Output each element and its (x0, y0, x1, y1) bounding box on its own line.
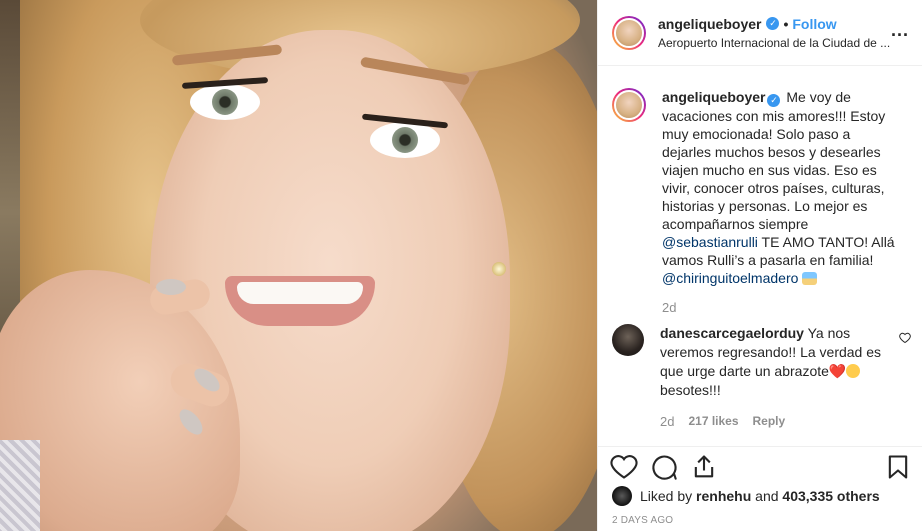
liked-by-count[interactable]: 403,335 others (782, 488, 879, 504)
post-date[interactable]: 2 DAYS AGO (612, 515, 673, 526)
verified-icon: ✓ (766, 17, 780, 30)
instagram-post: angeliqueboyer ✓ • Follow Aeropuerto Int… (0, 0, 922, 531)
verified-icon: ✓ (767, 94, 781, 107)
caption-username[interactable]: angeliqueboyer (662, 89, 765, 105)
liked-by-user[interactable]: renhehu (696, 488, 751, 504)
heart-icon[interactable] (610, 453, 638, 481)
action-bar (598, 446, 922, 486)
photo-eye-left (190, 84, 260, 120)
bookmark-icon[interactable] (884, 453, 912, 481)
photo-nail (156, 279, 186, 295)
post-side-panel: angeliqueboyer ✓ • Follow Aeropuerto Int… (597, 0, 922, 531)
kiss-emoji-icon (846, 364, 861, 378)
commenter-avatar[interactable] (612, 324, 644, 356)
post-location[interactable]: Aeropuerto Internacional de la Ciudad de… (658, 35, 898, 51)
mention-link[interactable]: @chiringuitoelmadero (662, 270, 798, 286)
share-icon[interactable] (690, 453, 718, 481)
author-username[interactable]: angeliqueboyer (658, 15, 761, 33)
photo-earring (492, 262, 506, 276)
comment: danescarcegaelorduy Ya nos veremos regre… (612, 324, 917, 431)
mention-link[interactable]: @sebastianrulli (662, 234, 758, 250)
reply-button[interactable]: Reply (753, 412, 786, 431)
red-heart-emoji-icon: ❤️ (828, 363, 847, 379)
separator-dot: • (783, 15, 789, 32)
comment-icon[interactable] (650, 453, 678, 481)
liked-by-mid: and (755, 488, 779, 504)
beach-emoji-icon (802, 272, 818, 285)
more-options-icon[interactable]: ... (891, 20, 909, 41)
photo-shirt (0, 440, 40, 531)
caption-avatar[interactable] (612, 88, 646, 122)
caption-text: Me voy de vacaciones con mis amores!!! E… (662, 89, 886, 232)
photo-eye-right (370, 122, 440, 158)
follow-button[interactable]: Follow (792, 15, 836, 33)
photo-smile (225, 276, 375, 326)
likes-summary: Liked by renhehu and 403,335 others (612, 486, 880, 506)
comment-time[interactable]: 2d (660, 412, 674, 431)
comment-like-heart-icon[interactable] (899, 332, 911, 344)
caption-time[interactable]: 2d (662, 299, 898, 317)
liked-by-prefix: Liked by (640, 488, 693, 504)
comments-section[interactable]: angeliqueboyer ✓ Me voy de vacaciones con… (598, 66, 922, 446)
caption: angeliqueboyer ✓ Me voy de vacaciones con… (612, 88, 912, 317)
post-header: angeliqueboyer ✓ • Follow Aeropuerto Int… (598, 0, 922, 66)
comment-likes[interactable]: 217 likes (688, 412, 738, 431)
author-avatar[interactable] (612, 15, 646, 50)
post-photo[interactable] (0, 0, 597, 531)
liker-avatar[interactable] (612, 486, 632, 506)
comment-text-end: besotes!!! (660, 382, 721, 398)
commenter-username[interactable]: danescarcegaelorduy (660, 325, 804, 341)
